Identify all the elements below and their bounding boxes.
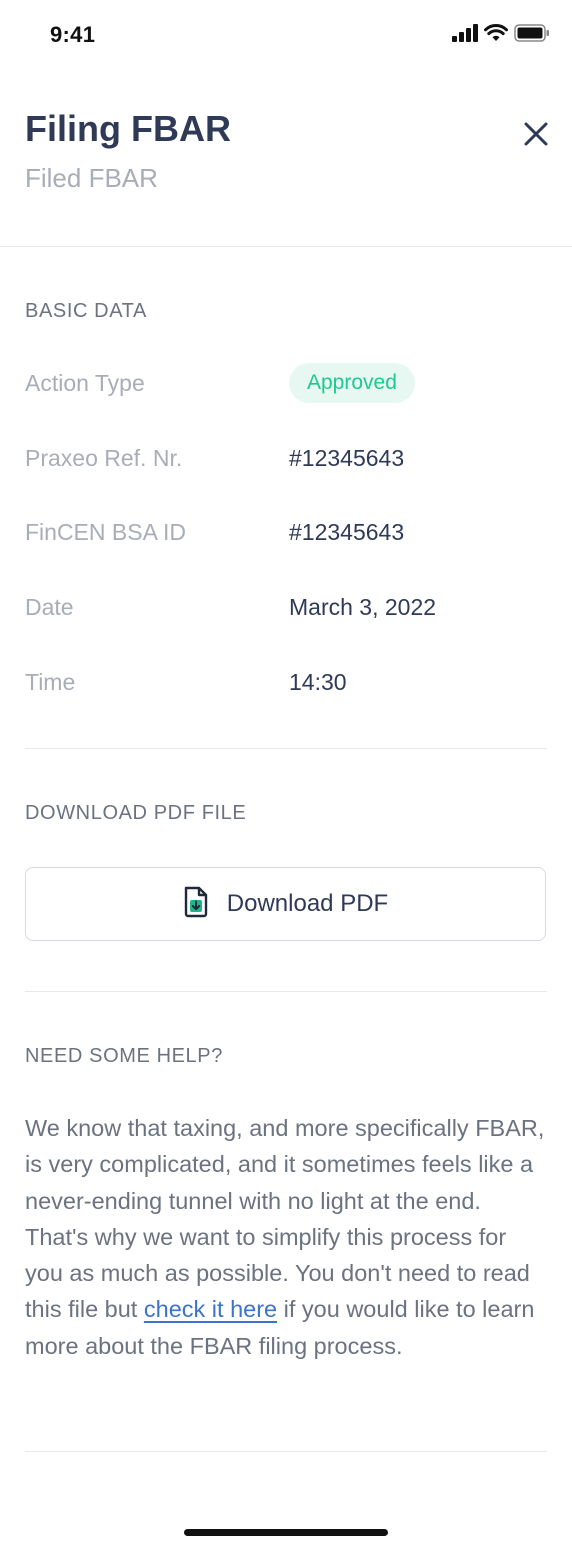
row-value: #12345643 — [289, 444, 405, 471]
download-pdf-button[interactable]: Download PDF — [25, 867, 546, 941]
row-label: Action Type — [25, 369, 145, 396]
close-icon — [524, 122, 548, 146]
row-value: #12345643 — [289, 518, 405, 545]
help-text-before: We know that taxing, and more specifical… — [25, 1115, 545, 1323]
page-title: Filing FBAR — [25, 108, 231, 149]
download-button-label: Download PDF — [226, 890, 389, 917]
row-value: March 3, 2022 — [289, 593, 437, 620]
close-button[interactable] — [522, 120, 550, 148]
status-badge: Approved — [289, 363, 415, 403]
page-subtitle: Filed FBAR — [25, 163, 158, 193]
section-title-basic-data: BASIC DATA — [25, 300, 147, 322]
row-praxeo-ref: Praxeo Ref. Nr. #12345643 — [25, 438, 547, 478]
row-label: FinCEN BSA ID — [25, 518, 187, 545]
status-bar: 9:41 — [0, 0, 572, 70]
divider — [25, 1451, 547, 1452]
divider — [25, 748, 547, 749]
pdf-download-icon — [183, 886, 209, 923]
download-section: DOWNLOAD PDF FILE — [25, 802, 547, 825]
row-label: Date — [25, 593, 74, 620]
home-indicator[interactable] — [184, 1529, 388, 1536]
row-label: Praxeo Ref. Nr. — [25, 444, 183, 471]
row-time: Time 14:30 — [25, 662, 547, 702]
row-value: 14:30 — [289, 668, 347, 695]
section-title-download: DOWNLOAD PDF FILE — [25, 802, 247, 824]
check-it-here-link[interactable]: check it here — [144, 1296, 277, 1322]
status-icons — [452, 24, 550, 47]
basic-data-section: BASIC DATA Action Type Approved Praxeo R… — [25, 300, 547, 710]
wifi-icon — [484, 24, 508, 47]
row-action-type: Action Type Approved — [25, 363, 547, 403]
divider — [25, 991, 547, 992]
status-time: 9:41 — [50, 22, 96, 47]
help-paragraph: We know that taxing, and more specifical… — [25, 1110, 550, 1364]
row-date: Date March 3, 2022 — [25, 587, 547, 627]
row-label: Time — [25, 668, 76, 695]
signal-icon — [452, 24, 478, 47]
row-fincen-bsa-id: FinCEN BSA ID #12345643 — [25, 512, 547, 552]
section-title-help: NEED SOME HELP? — [25, 1045, 223, 1067]
battery-icon — [514, 24, 550, 47]
sheet-header: Filing FBAR Filed FBAR — [0, 70, 572, 247]
help-section: NEED SOME HELP? — [25, 1045, 547, 1068]
